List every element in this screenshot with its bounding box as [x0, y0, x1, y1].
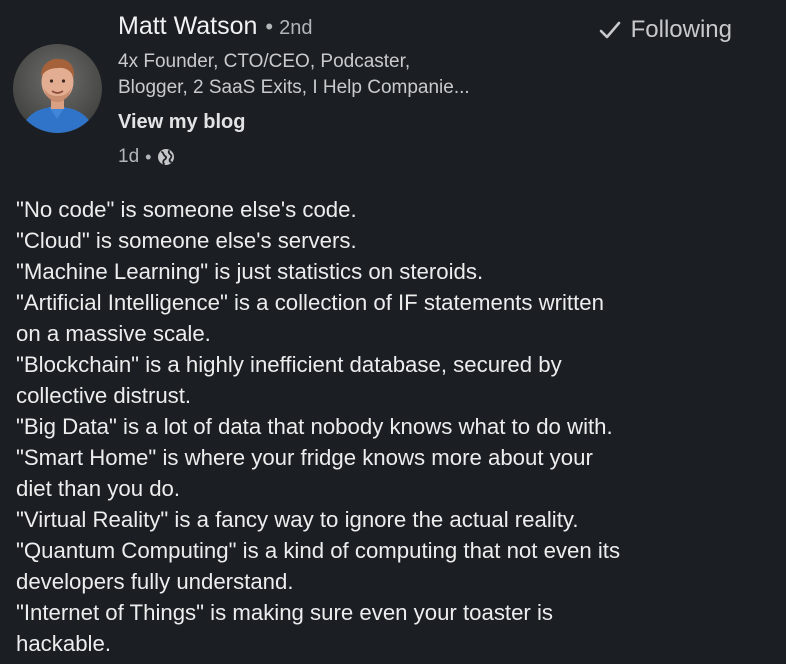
post-line: "Quantum Computing" is a kind of computi… [16, 538, 621, 563]
profile-photo [13, 44, 102, 133]
post-line: "Smart Home" is where your fridge knows … [16, 445, 593, 470]
post-line: "Machine Learning" is just statistics on… [16, 259, 484, 284]
post-meta: 1d • [118, 146, 175, 168]
post-line: hackable. [16, 631, 111, 656]
author-name-row: Matt Watson • 2nd [118, 12, 312, 48]
headline-line: Blogger, 2 SaaS Exits, I Help Companie..… [118, 77, 470, 98]
avatar[interactable] [13, 44, 102, 133]
post-body: "No code" is someone else's code. "Cloud… [16, 194, 781, 659]
post-line: "No code" is someone else's code. [16, 197, 357, 222]
view-blog-link[interactable]: View my blog [118, 111, 245, 134]
post-header: Matt Watson • 2nd Following 4x Founder, … [0, 0, 786, 180]
connection-degree: 2nd [279, 17, 313, 39]
post-line: "Virtual Reality" is a fancy way to igno… [16, 507, 579, 532]
post-line: "Internet of Things" is making sure even… [16, 600, 554, 625]
post-line: collective distrust. [16, 383, 192, 408]
meta-separator: • [145, 146, 152, 167]
post-line: "Artificial Intelligence" is a collectio… [16, 290, 604, 315]
globe-icon [158, 149, 175, 165]
post-line: on a massive scale. [16, 321, 211, 346]
post-line: diet than you do. [16, 476, 181, 501]
post-line: "Blockchain" is a highly inefficient dat… [16, 352, 562, 377]
checkmark-icon [599, 21, 620, 39]
post-time: 1d [118, 146, 140, 167]
name-separator: • [265, 14, 274, 39]
author-name[interactable]: Matt Watson [118, 12, 257, 41]
post-line: "Big Data" is a lot of data that nobody … [16, 414, 613, 439]
following-label: Following [630, 16, 732, 43]
post-line: developers fully understand. [16, 569, 294, 594]
headline-line: 4x Founder, CTO/CEO, Podcaster, [118, 51, 411, 72]
author-headline: 4x Founder, CTO/CEO, Podcaster, Blogger,… [118, 49, 578, 101]
following-button[interactable]: Following [599, 16, 732, 44]
post-line: "Cloud" is someone else's servers. [16, 228, 357, 253]
